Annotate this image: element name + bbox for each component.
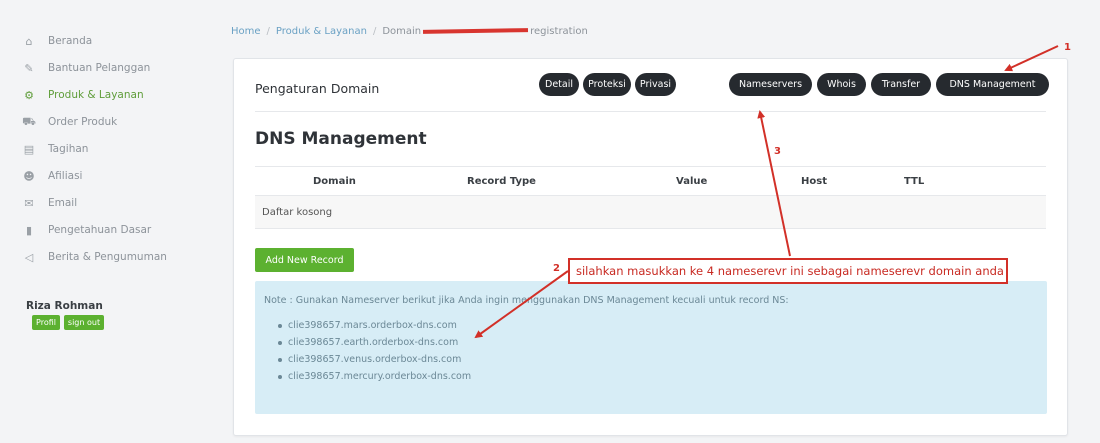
sidebar-item-email[interactable]: ✉ Email bbox=[22, 192, 77, 214]
tab-dns-management[interactable]: DNS Management bbox=[936, 73, 1049, 96]
tab-transfer[interactable]: Transfer bbox=[871, 73, 931, 96]
nameserver-text: clie398657.earth.orderbox-dns.com bbox=[288, 337, 459, 348]
section-title: DNS Management bbox=[255, 129, 427, 149]
bullet bbox=[278, 374, 282, 379]
bullhorn-icon: ◁ bbox=[24, 250, 34, 264]
tab-privasi[interactable]: Privasi bbox=[635, 73, 676, 96]
tab-nameservers[interactable]: Nameservers bbox=[729, 73, 812, 96]
home-icon: ⌂ bbox=[25, 34, 33, 48]
nameserver-text: clie398657.mercury.orderbox-dns.com bbox=[288, 371, 472, 382]
users-icon: ☻ bbox=[23, 169, 35, 183]
sidebar-item-label: Order Produk bbox=[48, 116, 118, 128]
bullet bbox=[278, 323, 282, 328]
list-item: clie398657.mars.orderbox-dns.com bbox=[278, 320, 457, 331]
breadcrumb-registration: registration bbox=[530, 26, 588, 37]
sidebar-item-label: Afiliasi bbox=[48, 170, 83, 182]
tab-whois[interactable]: Whois bbox=[817, 73, 866, 96]
book-icon: ▮ bbox=[25, 223, 33, 237]
list-item: clie398657.venus.orderbox-dns.com bbox=[278, 354, 461, 365]
annotation-callout: silahkan masukkan ke 4 nameserevr ini se… bbox=[568, 258, 1008, 284]
sidebar-item-label: Bantuan Pelanggan bbox=[48, 62, 151, 74]
profile-button[interactable]: Profil bbox=[32, 315, 60, 330]
sidebar-item-pengetahuan[interactable]: ▮ Pengetahuan Dasar bbox=[22, 219, 151, 241]
divider bbox=[255, 111, 1046, 112]
sidebar-item-label: Produk & Layanan bbox=[48, 89, 144, 101]
sidebar-item-afiliasi[interactable]: ☻ Afiliasi bbox=[22, 165, 82, 187]
wrench-icon: ✎ bbox=[24, 61, 34, 75]
breadcrumb-products[interactable]: Produk & Layanan bbox=[276, 26, 367, 37]
sidebar-item-tagihan[interactable]: ▤ Tagihan bbox=[22, 138, 89, 160]
redaction-strike bbox=[423, 28, 529, 34]
dns-table-header: Domain Record Type Value Host TTL bbox=[255, 166, 1046, 196]
annotation-number-1: 1 bbox=[1064, 42, 1071, 53]
file-icon: ▤ bbox=[23, 142, 35, 156]
annotation-number-2: 2 bbox=[553, 263, 560, 274]
nameserver-text: clie398657.mars.orderbox-dns.com bbox=[288, 320, 457, 331]
user-name: Riza Rohman bbox=[26, 300, 103, 312]
tab-detail[interactable]: Detail bbox=[539, 73, 579, 96]
column-header-host: Host bbox=[801, 176, 827, 187]
domain-settings-panel: Pengaturan Domain Detail Proteksi Privas… bbox=[233, 58, 1068, 436]
breadcrumb: Home / Produk & Layanan / Domain registration bbox=[231, 26, 588, 37]
column-header-ttl: TTL bbox=[904, 176, 925, 187]
column-header-value: Value bbox=[676, 176, 708, 187]
cogs-icon: ⚙ bbox=[24, 88, 34, 102]
cart-icon: ⛟ bbox=[22, 114, 36, 128]
sidebar-item-label: Berita & Pengumuman bbox=[48, 251, 167, 263]
column-header-record-type: Record Type bbox=[467, 176, 536, 187]
nameserver-text: clie398657.venus.orderbox-dns.com bbox=[288, 354, 462, 365]
sidebar-item-label: Beranda bbox=[48, 35, 93, 47]
sidebar-item-label: Email bbox=[48, 197, 78, 209]
panel-title: Pengaturan Domain bbox=[255, 81, 380, 96]
breadcrumb-separator: / bbox=[266, 26, 270, 37]
tab-proteksi[interactable]: Proteksi bbox=[583, 73, 631, 96]
sidebar-item-bantuan[interactable]: ✎ Bantuan Pelanggan bbox=[22, 57, 150, 79]
bullet bbox=[278, 357, 282, 362]
add-new-record-button[interactable]: Add New Record bbox=[255, 248, 354, 272]
breadcrumb-separator: / bbox=[372, 26, 377, 37]
nameserver-note: Note : Gunakan Nameserver berikut jika A… bbox=[255, 281, 1047, 414]
sidebar-item-produk[interactable]: ⚙ Produk & Layanan bbox=[22, 84, 144, 106]
sidebar: ⌂ Beranda ✎ Bantuan Pelanggan ⚙ Produk &… bbox=[0, 0, 222, 443]
list-item: clie398657.mercury.orderbox-dns.com bbox=[278, 371, 471, 382]
breadcrumb-domain: Domain bbox=[382, 26, 422, 37]
bullet bbox=[278, 340, 282, 345]
sidebar-item-label: Tagihan bbox=[48, 143, 89, 155]
empty-table-text: Daftar kosong bbox=[262, 207, 333, 218]
annotation-number-3: 3 bbox=[774, 146, 781, 157]
sidebar-item-berita[interactable]: ◁ Berita & Pengumuman bbox=[22, 246, 167, 268]
sidebar-item-beranda[interactable]: ⌂ Beranda bbox=[22, 30, 93, 52]
breadcrumb-home[interactable]: Home bbox=[231, 26, 261, 37]
note-text: Note : Gunakan Nameserver berikut jika A… bbox=[264, 295, 789, 306]
column-header-domain: Domain bbox=[313, 176, 356, 187]
envelope-icon: ✉ bbox=[24, 196, 34, 210]
table-row: Daftar kosong bbox=[255, 196, 1046, 229]
sidebar-item-label: Pengetahuan Dasar bbox=[48, 224, 152, 236]
sidebar-item-order[interactable]: ⛟ Order Produk bbox=[22, 111, 117, 133]
list-item: clie398657.earth.orderbox-dns.com bbox=[278, 337, 458, 348]
signout-button[interactable]: sign out bbox=[64, 315, 104, 330]
